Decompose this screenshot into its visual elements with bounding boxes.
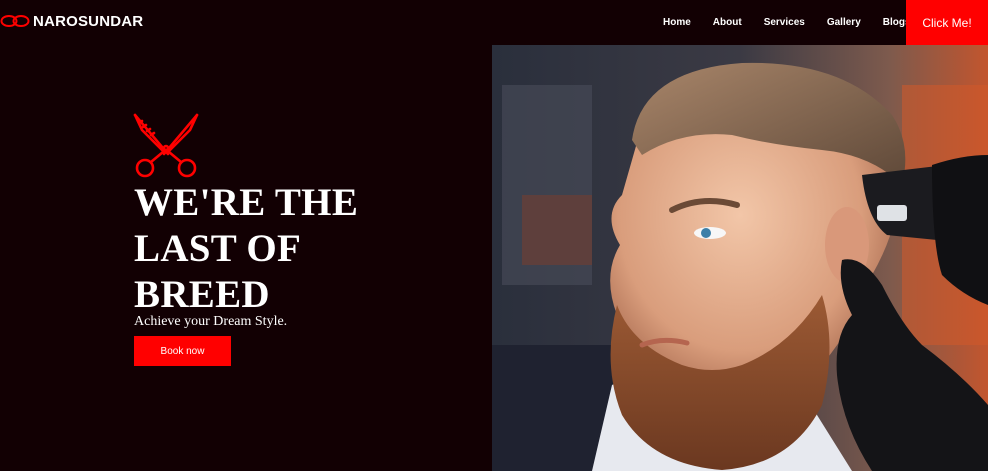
book-now-button[interactable]: Book now [134, 336, 231, 366]
hero-title-line-3: BREED [134, 273, 270, 316]
hero-title: WE'RE THE LAST OF BREED [134, 180, 464, 318]
main-nav: Home About Services Gallery Blogs [652, 0, 933, 45]
nav-home[interactable]: Home [663, 17, 691, 28]
brand-logo[interactable]: NAROSUNDAR [0, 9, 143, 33]
site-header: NAROSUNDAR Home About Services Gallery B… [0, 0, 988, 45]
nav-services[interactable]: Services [764, 17, 805, 28]
nav-gallery[interactable]: Gallery [827, 17, 861, 28]
click-me-button[interactable]: Click Me! [906, 0, 988, 45]
chain-link-icon [0, 15, 30, 27]
hero-image [492, 45, 988, 471]
scissors-icon [133, 113, 199, 178]
nav-about[interactable]: About [713, 17, 742, 28]
hero-subtitle: Achieve your Dream Style. [134, 314, 288, 329]
brand-name: NAROSUNDAR [33, 12, 144, 30]
hero-title-line-2: LAST OF [134, 227, 302, 270]
hero-title-line-1: WE'RE THE [134, 181, 359, 224]
